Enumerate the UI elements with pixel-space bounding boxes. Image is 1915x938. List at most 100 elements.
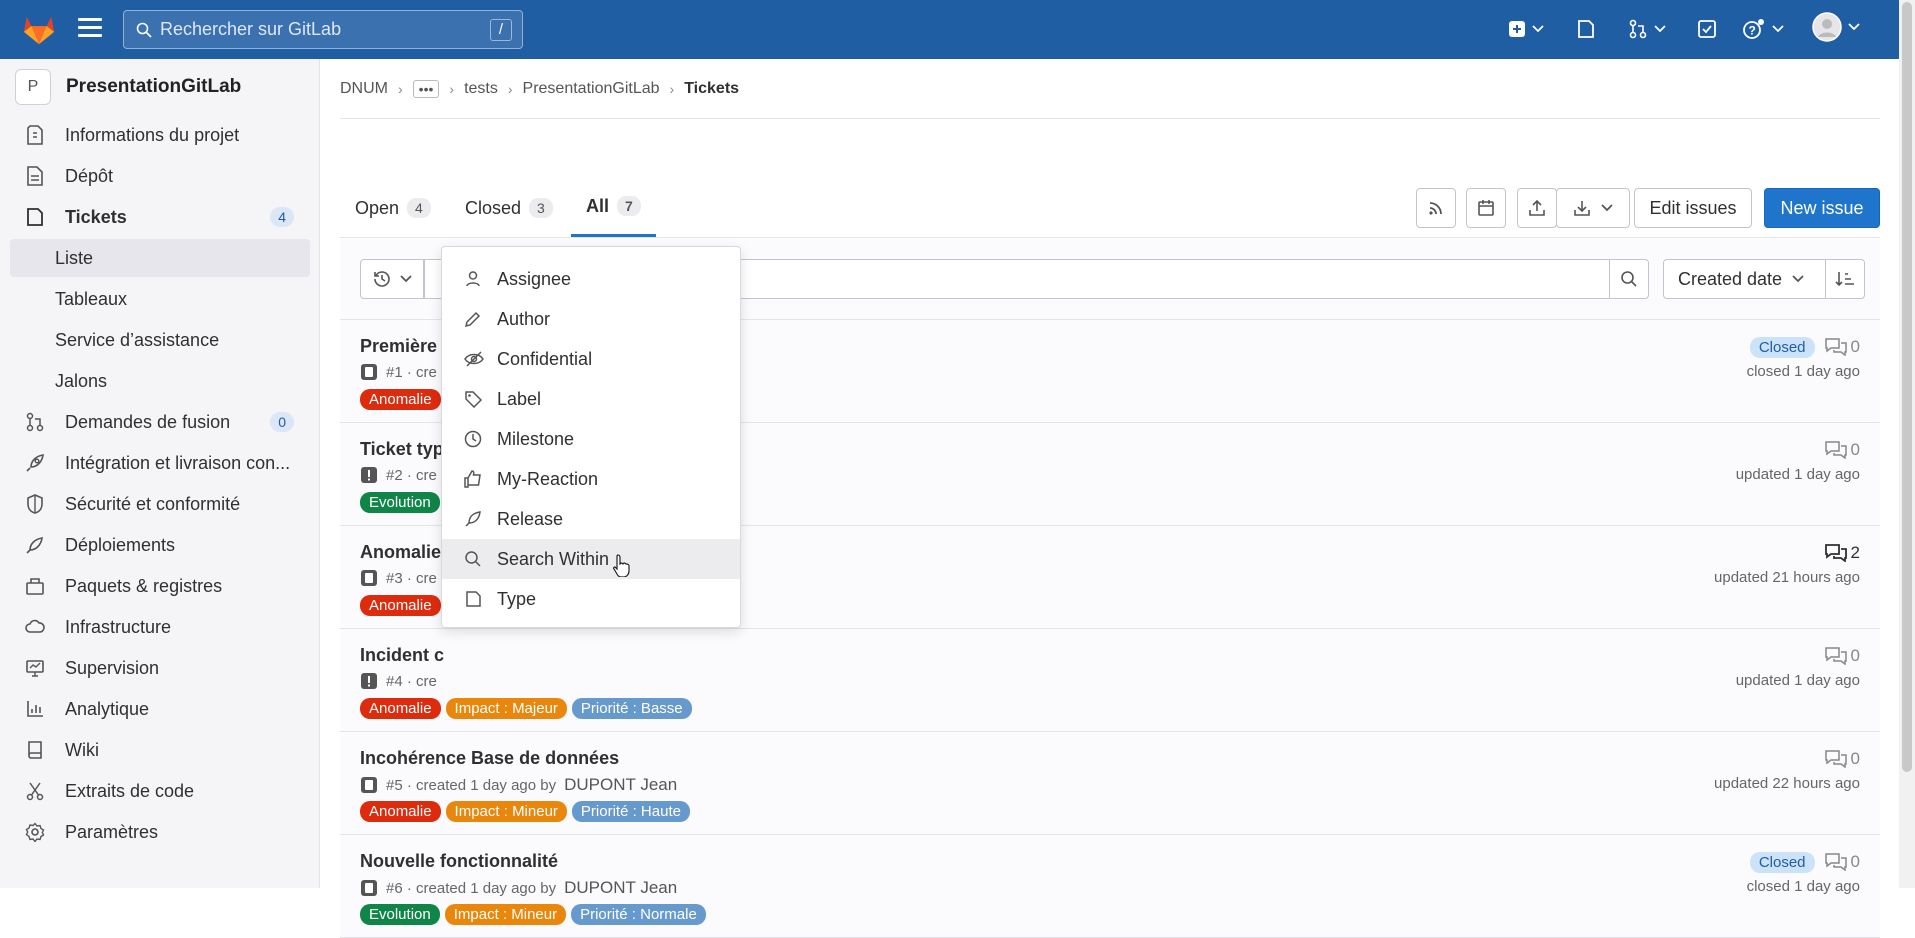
filter-option-label: Release <box>497 508 564 529</box>
edit-issues-button[interactable]: Edit issues <box>1634 188 1752 228</box>
issue-title[interactable]: Anomalie <box>360 542 441 563</box>
filter-option-milestone[interactable]: Milestone <box>442 419 740 459</box>
import-dropdown-button[interactable] <box>1556 188 1630 228</box>
breadcrumb-item[interactable]: tests <box>464 80 498 98</box>
issue-status-area: Closed 0 closed 1 day ago <box>1747 336 1860 380</box>
filter-option-author[interactable]: Author <box>442 299 740 339</box>
sidebar-item-list[interactable]: Liste <box>10 239 310 277</box>
label-badge[interactable]: Anomalie <box>360 698 441 719</box>
tab-closed[interactable]: Closed 3 <box>450 178 568 238</box>
help-question-icon: ? <box>1743 19 1764 39</box>
breadcrumb-more-button[interactable]: ••• <box>412 79 440 98</box>
issue-author[interactable]: DUPONT Jean <box>564 878 677 898</box>
label-badge[interactable]: Anomalie <box>360 595 441 616</box>
sidebar-item-monitor[interactable]: Supervision <box>10 649 310 687</box>
comments-count[interactable]: 0 <box>1824 749 1860 769</box>
sidebar-item-settings[interactable]: Paramètres <box>10 813 310 851</box>
sidebar-item-project-info[interactable]: Informations du projet <box>10 116 310 154</box>
tab-count: 3 <box>529 198 553 218</box>
label-badge[interactable]: Priorité : Normale <box>571 904 706 925</box>
search-submit-button[interactable] <box>1609 259 1649 299</box>
user-icon <box>464 270 484 288</box>
sidebar-item-service-desk[interactable]: Service d’assistance <box>10 321 310 359</box>
monitor-icon <box>24 657 46 679</box>
todos-shortcut[interactable] <box>1697 16 1717 42</box>
filter-option-label[interactable]: Label <box>442 379 740 419</box>
label-badge[interactable]: Impact : Majeur <box>445 698 567 719</box>
sidebar-item-merge-requests[interactable]: Demandes de fusion 0 <box>10 403 310 441</box>
user-menu[interactable] <box>1812 12 1860 42</box>
breadcrumb-item[interactable]: PresentationGitLab <box>523 80 660 98</box>
export-button[interactable] <box>1517 188 1557 228</box>
issue-title[interactable]: Incident c <box>360 645 444 666</box>
sidebar-item-repository[interactable]: Dépôt <box>10 157 310 195</box>
project-header[interactable]: P PresentationGitLab <box>15 69 241 105</box>
sidebar-item-packages[interactable]: Paquets & registres <box>10 567 310 605</box>
label-badge[interactable]: Priorité : Haute <box>571 801 690 822</box>
comments-count[interactable]: 0 <box>1824 440 1860 460</box>
sidebar-item-ci-cd[interactable]: Intégration et livraison con... <box>10 444 310 482</box>
tab-open[interactable]: Open 4 <box>340 178 446 238</box>
filter-option-confidential[interactable]: Confidential <box>442 339 740 379</box>
issue-row[interactable]: Incohérence Base de données #5 · created… <box>340 732 1880 835</box>
issue-title[interactable]: Incohérence Base de données <box>360 748 619 769</box>
sidebar-item-label: Supervision <box>65 657 160 678</box>
sidebar-item-security[interactable]: Sécurité et conformité <box>10 485 310 523</box>
issue-author[interactable]: DUPONT Jean <box>564 775 677 795</box>
issues-shortcut[interactable] <box>1576 16 1596 42</box>
page-scrollbar[interactable] <box>1899 0 1915 888</box>
filter-option-search-within[interactable]: Search Within <box>442 539 740 579</box>
filter-option-my-reaction[interactable]: My-Reaction <box>442 459 740 499</box>
gitlab-logo-icon[interactable] <box>22 12 56 46</box>
issue-type-icon <box>464 590 484 608</box>
issue-title[interactable]: Ticket typ <box>360 439 444 460</box>
merge-requests-menu[interactable] <box>1628 16 1666 42</box>
tab-all[interactable]: All 7 <box>571 178 656 237</box>
recent-searches-button[interactable] <box>360 259 424 299</box>
sidebar-item-infrastructure[interactable]: Infrastructure <box>10 608 310 646</box>
new-issue-button[interactable]: New issue <box>1764 188 1880 228</box>
sidebar-item-label: Service d’assistance <box>55 329 220 350</box>
comments-count[interactable]: 0 <box>1824 646 1860 666</box>
filter-option-type[interactable]: Type <box>442 579 740 619</box>
filter-option-assignee[interactable]: Assignee <box>442 259 740 299</box>
filter-option-release[interactable]: Release <box>442 499 740 539</box>
sidebar-item-deployments[interactable]: Déploiements <box>10 526 310 564</box>
label-badge[interactable]: Evolution <box>360 492 440 513</box>
sidebar-item-analytics[interactable]: Analytique <box>10 690 310 728</box>
todo-checkbox-icon <box>1698 20 1716 38</box>
breadcrumb-current[interactable]: Tickets <box>684 80 739 98</box>
label-badge[interactable]: Evolution <box>360 904 440 925</box>
issue-status-area: 0 updated 1 day ago <box>1736 439 1860 483</box>
sidebar-item-wiki[interactable]: Wiki <box>10 731 310 769</box>
menu-hamburger-icon[interactable] <box>78 18 102 40</box>
issue-title[interactable]: Nouvelle fonctionnalité <box>360 851 558 872</box>
calendar-button[interactable] <box>1466 188 1506 228</box>
rss-button[interactable] <box>1416 188 1456 228</box>
sidebar-item-milestones[interactable]: Jalons <box>10 362 310 400</box>
issue-row[interactable]: Nouvelle fonctionnalité #6 · created 1 d… <box>340 835 1880 938</box>
label-badge[interactable]: Priorité : Basse <box>571 698 692 719</box>
global-search-input[interactable]: Rechercher sur GitLab / <box>123 10 523 49</box>
label-badge[interactable]: Impact : Mineur <box>444 904 567 925</box>
comments-count[interactable]: 2 <box>1824 543 1860 563</box>
sidebar-item-issues[interactable]: Tickets 4 <box>10 198 310 236</box>
sidebar-item-snippets[interactable]: Extraits de code <box>10 772 310 810</box>
sort-direction-button[interactable] <box>1825 259 1865 299</box>
issue-title[interactable]: Première <box>360 336 437 357</box>
scrollbar-thumb[interactable] <box>1902 2 1912 772</box>
issue-row[interactable]: Incident c #4 · cre Anomalie Impact : Ma… <box>340 629 1880 732</box>
issue-time: updated 21 hours ago <box>1714 569 1860 586</box>
sort-dropdown-button[interactable]: Created date <box>1663 259 1826 299</box>
breadcrumb-item[interactable]: DNUM <box>340 80 388 98</box>
gear-icon <box>24 821 46 843</box>
help-menu[interactable]: ? <box>1742 16 1784 42</box>
calendar-icon <box>1478 200 1494 216</box>
create-new-menu[interactable] <box>1508 16 1544 42</box>
label-badge[interactable]: Anomalie <box>360 389 441 410</box>
sidebar-item-boards[interactable]: Tableaux <box>10 280 310 318</box>
comments-count[interactable]: 0 <box>1824 337 1860 357</box>
label-badge[interactable]: Anomalie <box>360 801 441 822</box>
comments-count[interactable]: 0 <box>1824 852 1860 872</box>
label-badge[interactable]: Impact : Mineur <box>445 801 567 822</box>
